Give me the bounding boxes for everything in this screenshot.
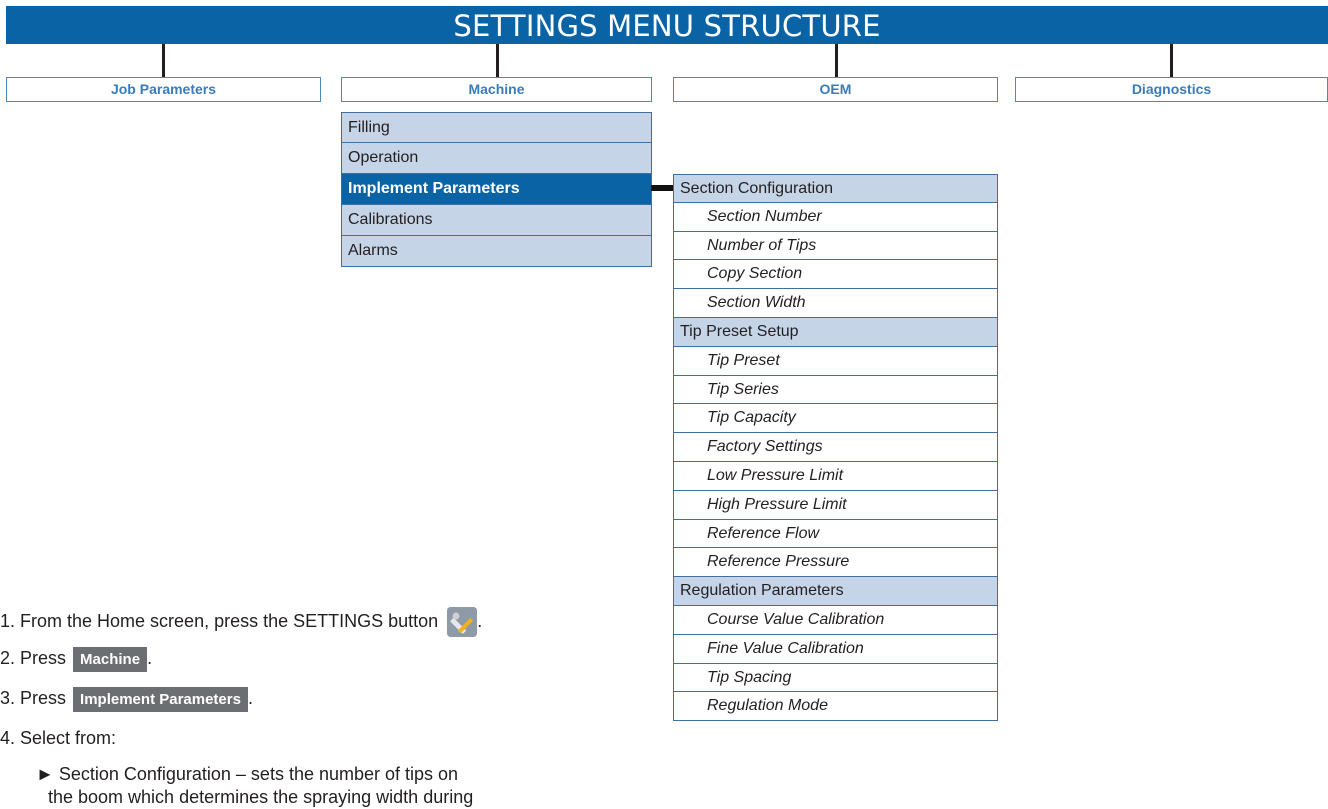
submenu-reference-pressure[interactable]: Reference Pressure — [673, 548, 998, 578]
submenu-section-width[interactable]: Section Width — [673, 289, 998, 318]
menu-item-operation[interactable]: Operation — [341, 143, 652, 174]
category-job-parameters[interactable]: Job Parameters — [6, 77, 321, 102]
step-2-period: . — [147, 648, 153, 668]
submenu-reference-flow[interactable]: Reference Flow — [673, 519, 998, 549]
bullet-section-configuration: ► Section Configuration – sets the numbe… — [36, 764, 459, 784]
step-3: 3. Press Implement Parameters. — [0, 686, 253, 712]
settings-icon[interactable] — [447, 607, 478, 637]
category-diagnostics[interactable]: Diagnostics — [1015, 77, 1328, 102]
implement-parameters-button[interactable]: Implement Parameters — [73, 686, 248, 712]
step-3-period: . — [247, 688, 253, 708]
submenu-section-configuration[interactable]: Section Configuration — [673, 174, 998, 203]
connector-machine — [496, 44, 499, 77]
machine-button[interactable]: Machine — [73, 646, 148, 672]
submenu-tip-series[interactable]: Tip Series — [673, 375, 998, 405]
submenu-tip-spacing[interactable]: Tip Spacing — [673, 663, 998, 693]
step-1-period: . — [477, 610, 483, 631]
menu-item-calibrations[interactable]: Calibrations — [341, 205, 652, 236]
implement-parameters-submenu: Section Configuration Section Number Num… — [673, 174, 998, 722]
submenu-low-pressure-limit[interactable]: Low Pressure Limit — [673, 461, 998, 491]
submenu-fine-value-calibration[interactable]: Fine Value Calibration — [673, 634, 998, 664]
submenu-number-of-tips[interactable]: Number of Tips — [673, 231, 998, 261]
step-2-text: 2. Press — [0, 648, 67, 668]
submenu-regulation-parameters[interactable]: Regulation Parameters — [673, 577, 998, 606]
submenu-factory-settings[interactable]: Factory Settings — [673, 433, 998, 462]
step-1-text: 1. From the Home screen, press the SETTI… — [0, 610, 439, 631]
category-machine[interactable]: Machine — [341, 77, 652, 102]
connector-oem — [835, 44, 838, 77]
submenu-tip-preset[interactable]: Tip Preset — [673, 346, 998, 376]
step-4: 4. Select from: — [0, 728, 117, 748]
machine-menu: Filling Operation Implement Parameters C… — [341, 112, 652, 267]
submenu-connector — [651, 185, 673, 191]
page-title: SETTINGS MENU STRUCTURE — [6, 6, 1328, 44]
submenu-tip-preset-setup[interactable]: Tip Preset Setup — [673, 317, 998, 347]
step-1: 1. From the Home screen, press the SETTI… — [0, 607, 482, 637]
bullet-continuation: the boom which determines the spraying w… — [48, 787, 474, 807]
submenu-copy-section[interactable]: Copy Section — [673, 260, 998, 290]
menu-item-filling[interactable]: Filling — [341, 112, 652, 143]
submenu-regulation-mode[interactable]: Regulation Mode — [673, 692, 998, 722]
submenu-tip-capacity[interactable]: Tip Capacity — [673, 404, 998, 434]
step-3-text: 3. Press — [0, 688, 67, 708]
submenu-course-value-calibration[interactable]: Course Value Calibration — [673, 605, 998, 635]
connector-job-parameters — [162, 44, 165, 77]
menu-item-alarms[interactable]: Alarms — [341, 236, 652, 267]
connector-diagnostics — [1170, 44, 1173, 77]
step-2: 2. Press Machine. — [0, 646, 152, 672]
submenu-high-pressure-limit[interactable]: High Pressure Limit — [673, 490, 998, 520]
menu-item-implement-parameters[interactable]: Implement Parameters — [341, 174, 652, 205]
category-oem[interactable]: OEM — [673, 77, 998, 102]
submenu-section-number[interactable]: Section Number — [673, 202, 998, 232]
